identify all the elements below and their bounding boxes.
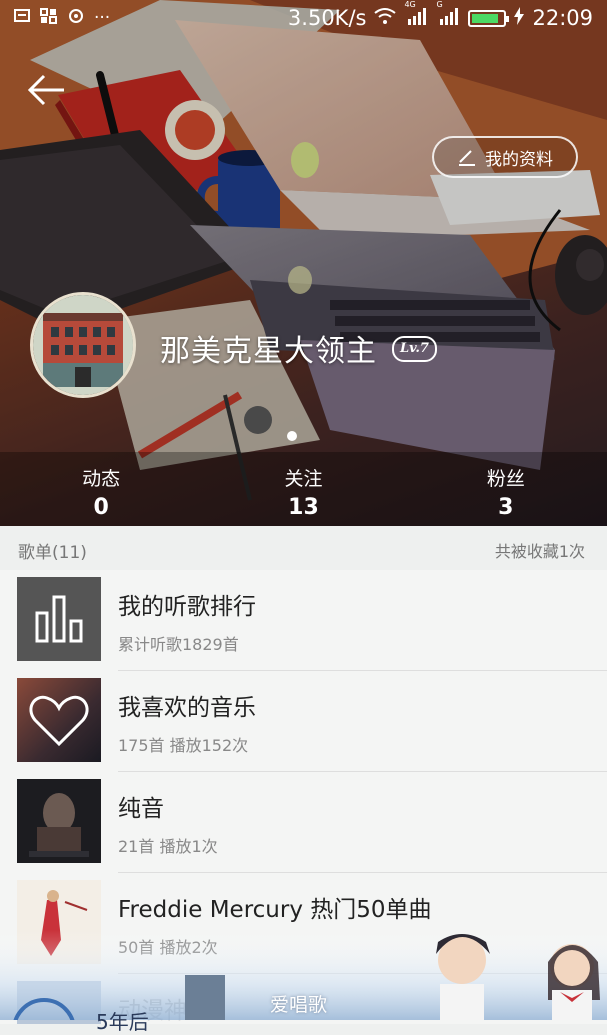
playlist-list: 我的听歌排行 累计听歌1829首 我喜欢的音乐 175首 播放152次 纯音 2…: [0, 570, 607, 1024]
stat-value: 13: [288, 495, 319, 520]
edit-profile-label: 我的资料: [485, 149, 553, 170]
watermark: 爱唱歌: [270, 994, 328, 1016]
pencil-icon: [459, 150, 475, 166]
signal-4g-icon: 4G: [404, 0, 428, 30]
banner-dim-overlay: [0, 0, 607, 526]
playlist-subtitle: 21首 播放1次: [118, 837, 218, 856]
signal-g-icon: G: [436, 0, 460, 30]
stat-label: 动态: [82, 468, 121, 490]
list-item[interactable]: 我的听歌排行 累计听歌1829首: [0, 570, 607, 671]
ranking-bars-icon: [17, 577, 101, 661]
stat-value: 0: [93, 495, 109, 520]
playlist-title: 纯音: [118, 796, 164, 822]
heart-icon: [17, 678, 101, 762]
charging-icon: [514, 6, 525, 30]
partial-overlay-text: 5年后: [96, 1010, 149, 1034]
playlist-title: 我的听歌排行: [118, 594, 256, 620]
album-cover: [17, 779, 101, 863]
playlists-section-header: 歌单(11) 共被收藏1次: [0, 526, 607, 570]
edit-profile-button[interactable]: 我的资料: [432, 136, 578, 178]
list-item[interactable]: Freddie Mercury 热门50单曲 50首 播放2次: [0, 873, 607, 974]
stat-label: 关注: [284, 468, 323, 490]
album-cover: [17, 981, 101, 1024]
avatar-building-image: [33, 295, 133, 395]
collected-count: 共被收藏1次: [494, 542, 585, 561]
grid-icon: [40, 8, 58, 29]
wifi-icon: [374, 6, 397, 30]
playlist-subtitle: 50首 播放2次: [118, 938, 218, 957]
avatar[interactable]: [30, 292, 136, 398]
status-left-icons: ···: [14, 8, 110, 29]
list-item[interactable]: 我喜欢的音乐 175首 播放152次: [0, 671, 607, 772]
stat-label: 粉丝: [486, 468, 525, 490]
stat-posts[interactable]: 动态 0: [0, 452, 202, 526]
playlist-subtitle: 175首 播放152次: [118, 736, 249, 755]
sync-icon: [68, 8, 84, 29]
back-button[interactable]: [24, 68, 68, 112]
status-right: 3.50K/s 4G G 22:09: [287, 0, 593, 30]
playlists-count: 歌单(11): [18, 543, 87, 563]
arrow-left-icon: [27, 74, 64, 106]
message-icon: [14, 8, 30, 29]
level-badge: Lv.7: [392, 336, 437, 362]
status-bar: ··· 3.50K/s 4G G 22:09: [0, 0, 607, 40]
stat-followers[interactable]: 粉丝 3: [405, 452, 607, 526]
stat-value: 3: [498, 495, 514, 520]
clock: 22:09: [532, 6, 593, 30]
profile-banner: ··· 3.50K/s 4G G 22:09 我的资料 那美克星大领主 Lv.7…: [0, 0, 607, 526]
battery-icon: [468, 9, 510, 27]
album-cover: [17, 880, 101, 964]
playlist-title: 我喜欢的音乐: [118, 695, 256, 721]
stat-following[interactable]: 关注 13: [202, 452, 404, 526]
username: 那美克星大领主: [160, 334, 377, 369]
playlist-subtitle: 累计听歌1829首: [118, 635, 239, 654]
more-dots-icon: ···: [94, 8, 111, 28]
network-speed: 3.50K/s: [287, 6, 367, 30]
stats-bar: 动态 0 关注 13 粉丝 3: [0, 452, 607, 526]
playlist-title: Freddie Mercury 热门50单曲: [118, 897, 432, 923]
page-indicator-dot: [287, 431, 297, 441]
list-item[interactable]: 纯音 21首 播放1次: [0, 772, 607, 873]
